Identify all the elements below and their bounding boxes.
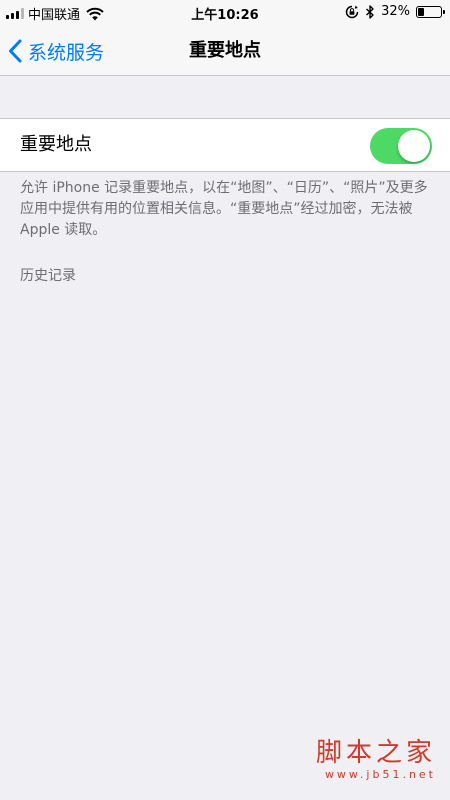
significant-locations-cell: 重要地点: [0, 118, 450, 172]
status-right: 32%: [345, 4, 445, 19]
description-text: 允许 iPhone 记录重要地点，以在“地图”、“日历”、“照片”及更多应用中提…: [20, 180, 428, 238]
significant-locations-toggle[interactable]: [370, 128, 432, 164]
watermark: 脚本之家 www.jb51.net: [306, 738, 436, 782]
navigation-bar: 系统服务 重要地点: [0, 26, 450, 76]
bluetooth-icon: [366, 4, 374, 19]
watermark-url: www.jb51.net: [324, 768, 436, 781]
toggle-knob: [398, 130, 430, 162]
history-section-header: 历史记录: [20, 268, 76, 284]
rotation-lock-icon: [345, 5, 359, 18]
battery-icon: [416, 5, 445, 18]
status-bar: 中国联通 上午10:26 32%: [0, 0, 450, 26]
page-title: 重要地点: [189, 40, 261, 61]
cell-label: 重要地点: [20, 134, 92, 155]
battery-level: [418, 7, 424, 16]
battery-percent: 32%: [381, 4, 410, 19]
watermark-logo: 脚本之家: [315, 738, 436, 768]
